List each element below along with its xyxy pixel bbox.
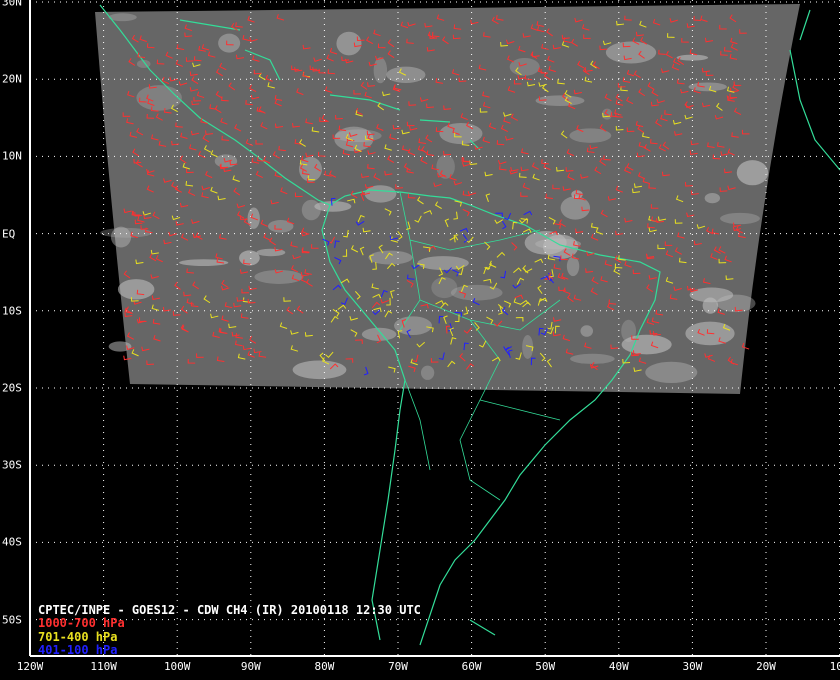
- x-axis-label: 80W: [314, 660, 335, 673]
- cloud: [509, 58, 540, 76]
- legend-low-level: 1000-700 hPa: [38, 616, 125, 630]
- y-axis-label: 30N: [2, 0, 22, 9]
- x-axis-label: 60W: [461, 660, 482, 673]
- cloud: [239, 250, 260, 266]
- x-axis-label: 70W: [388, 660, 408, 673]
- cloud: [218, 33, 241, 53]
- falklands: [469, 619, 496, 636]
- x-axis-label: 110W: [90, 660, 117, 673]
- cloud: [439, 123, 483, 145]
- cloud: [645, 361, 698, 384]
- y-axis-label: 10S: [2, 304, 22, 318]
- cloud: [301, 199, 321, 221]
- y-axis-label: 20N: [2, 72, 22, 86]
- cloud: [736, 160, 769, 186]
- cloud: [605, 41, 657, 64]
- x-axis-label: 20W: [756, 660, 776, 673]
- map-title: CPTEC/INPE - GOES12 - CDW CH4 (IR) 20100…: [38, 603, 421, 617]
- x-axis-label: 40W: [608, 660, 629, 673]
- cloud: [720, 212, 760, 225]
- cloud: [621, 334, 672, 355]
- x-axis-label: 120W: [16, 660, 44, 673]
- cloud: [136, 85, 182, 111]
- cloud: [704, 193, 721, 204]
- cloud: [364, 185, 397, 203]
- map-canvas: [29, 0, 840, 657]
- legend-high-level: 401-100 hPa: [38, 643, 118, 657]
- cloud: [292, 360, 347, 380]
- y-axis-label: 50S: [2, 613, 22, 627]
- cloud: [566, 256, 580, 277]
- x-axis-label: 10W: [829, 660, 840, 673]
- cloud: [117, 279, 155, 300]
- cloud: [108, 341, 132, 352]
- satellite-wind-map: 120W110W100W90W80W70W60W50W40W30W20W10W …: [0, 0, 840, 680]
- cloud: [394, 316, 432, 336]
- cloud: [431, 277, 458, 299]
- y-axis-label: 30S: [2, 458, 22, 472]
- cloud: [535, 95, 585, 107]
- cloud: [373, 57, 388, 84]
- legend-mid-level: 701-400 hPa: [38, 630, 118, 644]
- cloud: [420, 365, 435, 380]
- x-axis-label: 50W: [535, 660, 556, 673]
- cloud: [436, 154, 455, 179]
- x-axis-label: 30W: [682, 660, 703, 673]
- africa-coastline: [789, 9, 840, 171]
- cloud: [108, 13, 137, 22]
- x-axis-label: 90W: [240, 660, 261, 673]
- cloud: [368, 250, 413, 265]
- cloud: [570, 353, 615, 364]
- cloud: [676, 54, 709, 61]
- cloud: [214, 154, 238, 168]
- x-axis-label: 100W: [163, 660, 191, 673]
- y-axis-label: 40S: [2, 535, 22, 549]
- cloud: [336, 31, 362, 56]
- y-axis-label: 10N: [2, 149, 22, 163]
- y-axis-label: 20S: [2, 381, 22, 395]
- y-axis-label: EQ: [2, 227, 16, 241]
- cloud: [580, 325, 594, 337]
